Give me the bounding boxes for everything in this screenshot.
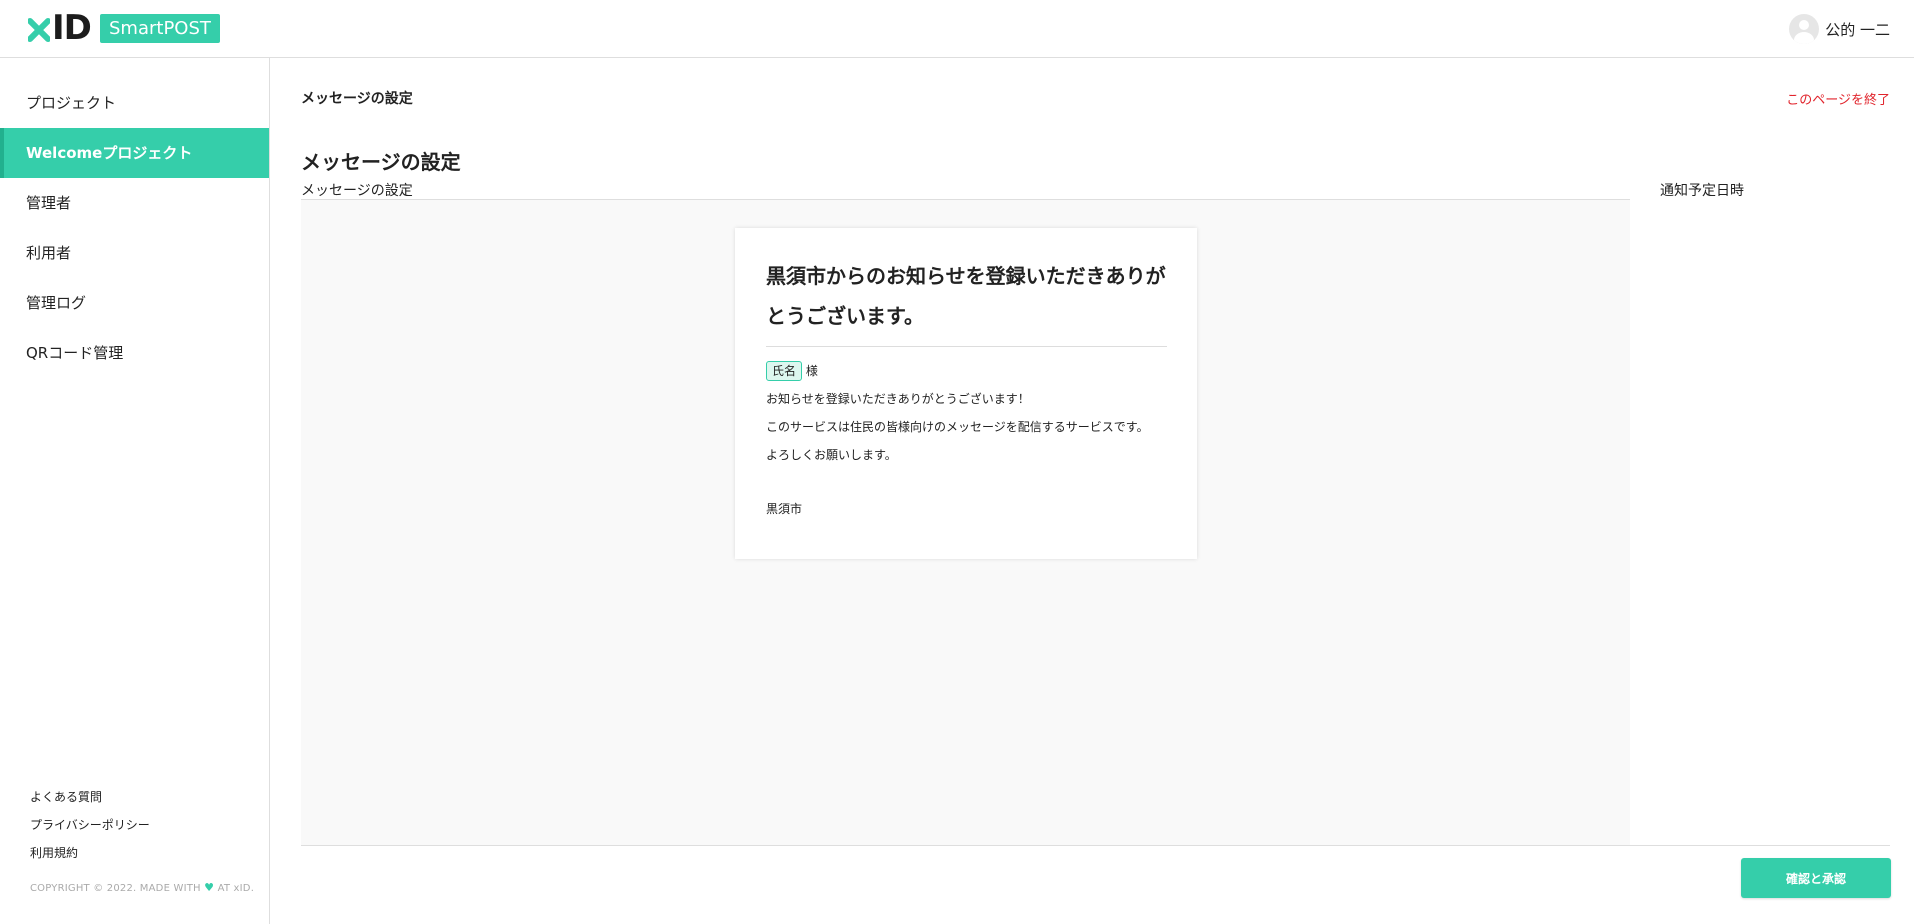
message-section-label: メッセージの設定 — [301, 183, 413, 199]
message-line: このサービスは住民の皆様向けのメッセージを配信するサービスです。 — [766, 420, 1149, 434]
sidebar-item-users[interactable]: 利用者 — [0, 228, 269, 278]
name-placeholder-tag: 氏名 — [766, 361, 803, 381]
message-line: よろしくお願いします。 — [766, 448, 897, 462]
sidebar-item-admins[interactable]: 管理者 — [0, 178, 269, 228]
privacy-policy-link[interactable]: プライバシーポリシー — [30, 811, 150, 839]
breadcrumb: メッセージの設定 — [301, 91, 413, 107]
message-preview-area: 黒須市からのお知らせを登録いただきありがとうございます。 氏名 様 お知らせを登… — [301, 199, 1630, 845]
product-badge: SmartPOST — [100, 14, 220, 43]
terms-link[interactable]: 利用規約 — [30, 839, 150, 867]
main-content: メッセージの設定 このページを終了 メッセージの設定 メッセージの設定 通知予定… — [271, 58, 1914, 924]
sidebar-item-admin-log[interactable]: 管理ログ — [0, 278, 269, 328]
footer-links: よくある質問 プライバシーポリシー 利用規約 — [30, 783, 150, 867]
copyright-prefix: COPYRIGHT © 2022. MADE WITH — [30, 883, 201, 894]
heart-icon: ♥ — [204, 881, 215, 894]
page-title: メッセージの設定 — [301, 150, 461, 174]
exit-page-link[interactable]: このページを終了 — [1786, 89, 1890, 108]
message-title: 黒須市からのお知らせを登録いただきありがとうございます。 — [766, 256, 1167, 347]
avatar-icon[interactable] — [1789, 14, 1820, 44]
xid-logo-icon[interactable] — [28, 14, 50, 44]
sidebar-item-qr-code[interactable]: QRコード管理 — [0, 328, 269, 378]
sidebar-item-welcome-project[interactable]: Welcomeプロジェクト — [0, 128, 269, 178]
greeting-line: 氏名 様 — [766, 357, 1167, 385]
message-body: 氏名 様 お知らせを登録いただきありがとうございます！ このサービスは住民の皆様… — [766, 347, 1167, 523]
confirm-approve-button[interactable]: 確認と承認 — [1741, 858, 1891, 898]
message-line: お知らせを登録いただきありがとうございます！ — [766, 392, 1030, 406]
sidebar: プロジェクト Welcomeプロジェクト 管理者 利用者 管理ログ QRコード管… — [0, 58, 270, 924]
logo-text[interactable]: ID — [52, 8, 92, 48]
copyright-suffix: AT xID. — [217, 883, 255, 894]
app-header: ID SmartPOST 公的 一二 — [0, 0, 1914, 58]
message-signature: 黒須市 — [766, 502, 803, 516]
faq-link[interactable]: よくある質問 — [30, 783, 150, 811]
honorific: 様 — [805, 364, 818, 378]
sidebar-item-projects[interactable]: プロジェクト — [0, 78, 269, 128]
user-name[interactable]: 公的 一二 — [1825, 19, 1890, 40]
user-menu[interactable]: 公的 一二 — [1789, 13, 1890, 45]
copyright: COPYRIGHT © 2022. MADE WITH ♥ AT xID. — [30, 881, 254, 894]
divider — [301, 845, 1890, 846]
message-preview-card: 黒須市からのお知らせを登録いただきありがとうございます。 氏名 様 お知らせを登… — [735, 228, 1197, 559]
schedule-label: 通知予定日時 — [1660, 183, 1744, 199]
